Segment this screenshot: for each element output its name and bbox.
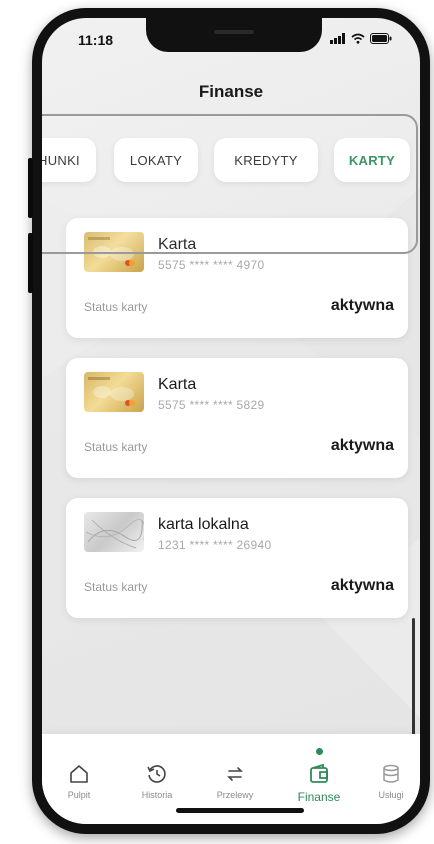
card-status-value: aktywna xyxy=(330,297,394,314)
wallet-icon xyxy=(310,763,328,783)
nav-label: Przelewy xyxy=(216,790,254,800)
card-number: 5575 **** **** 5829 xyxy=(158,398,265,412)
nav-item-uslugi[interactable]: Usługi xyxy=(356,762,420,800)
bottom-nav: Pulpit Historia Przelewy Finanse Usługi xyxy=(42,734,420,824)
wifi-icon xyxy=(351,33,365,44)
card-name: Karta xyxy=(158,376,197,393)
gold-card-image xyxy=(84,372,144,412)
nav-label: Pulpit xyxy=(67,790,91,800)
nav-label: Usługi xyxy=(378,790,404,800)
app-screen: 11:18 Finanse HUNKI LOKATY KREDYTY KARTY… xyxy=(42,18,420,824)
home-indicator[interactable] xyxy=(176,808,304,813)
nav-item-pulpit[interactable]: Pulpit xyxy=(44,762,114,800)
card-status-value: aktywna xyxy=(330,577,394,594)
card-number: 5575 **** **** 4970 xyxy=(158,258,265,272)
stage: 11:18 Finanse HUNKI LOKATY KREDYTY KARTY… xyxy=(0,0,434,844)
signal-icon xyxy=(330,33,345,44)
phone-frame: 11:18 Finanse HUNKI LOKATY KREDYTY KARTY… xyxy=(28,8,430,834)
nav-label: Finanse xyxy=(297,790,341,804)
battery-icon xyxy=(370,33,392,44)
history-icon xyxy=(147,765,166,783)
gray-card-image xyxy=(84,512,146,552)
card-name: karta lokalna xyxy=(158,516,249,533)
nav-item-przelewy[interactable]: Przelewy xyxy=(200,762,270,800)
card-world-map xyxy=(88,377,135,406)
card-status-label: Status karty xyxy=(84,300,148,314)
volume-button xyxy=(28,158,33,218)
card-item[interactable]: Karta 5575 **** **** 5829 Status karty a… xyxy=(66,358,408,478)
active-indicator-dot xyxy=(316,748,323,755)
card-pattern xyxy=(85,519,146,549)
database-icon xyxy=(383,764,399,783)
nav-item-historia[interactable]: Historia xyxy=(122,762,192,800)
transfer-icon xyxy=(227,767,243,781)
device-notch xyxy=(146,18,322,52)
card-status-value: aktywna xyxy=(330,437,394,454)
card-status-label: Status karty xyxy=(84,440,148,454)
nav-label: Historia xyxy=(141,790,173,800)
page-title: Finanse xyxy=(198,82,264,101)
status-icons xyxy=(330,33,392,44)
tabs-highlight-frame xyxy=(42,114,418,254)
scroll-indicator[interactable] xyxy=(412,618,415,738)
card-item[interactable]: karta lokalna 1231 **** **** 26940 Statu… xyxy=(66,498,408,618)
status-time: 11:18 xyxy=(78,32,114,48)
card-status-label: Status karty xyxy=(84,580,148,594)
volume-button xyxy=(28,233,33,293)
home-icon xyxy=(70,765,88,783)
nav-item-finanse[interactable]: Finanse xyxy=(284,762,354,804)
card-number: 1231 **** **** 26940 xyxy=(158,538,272,552)
